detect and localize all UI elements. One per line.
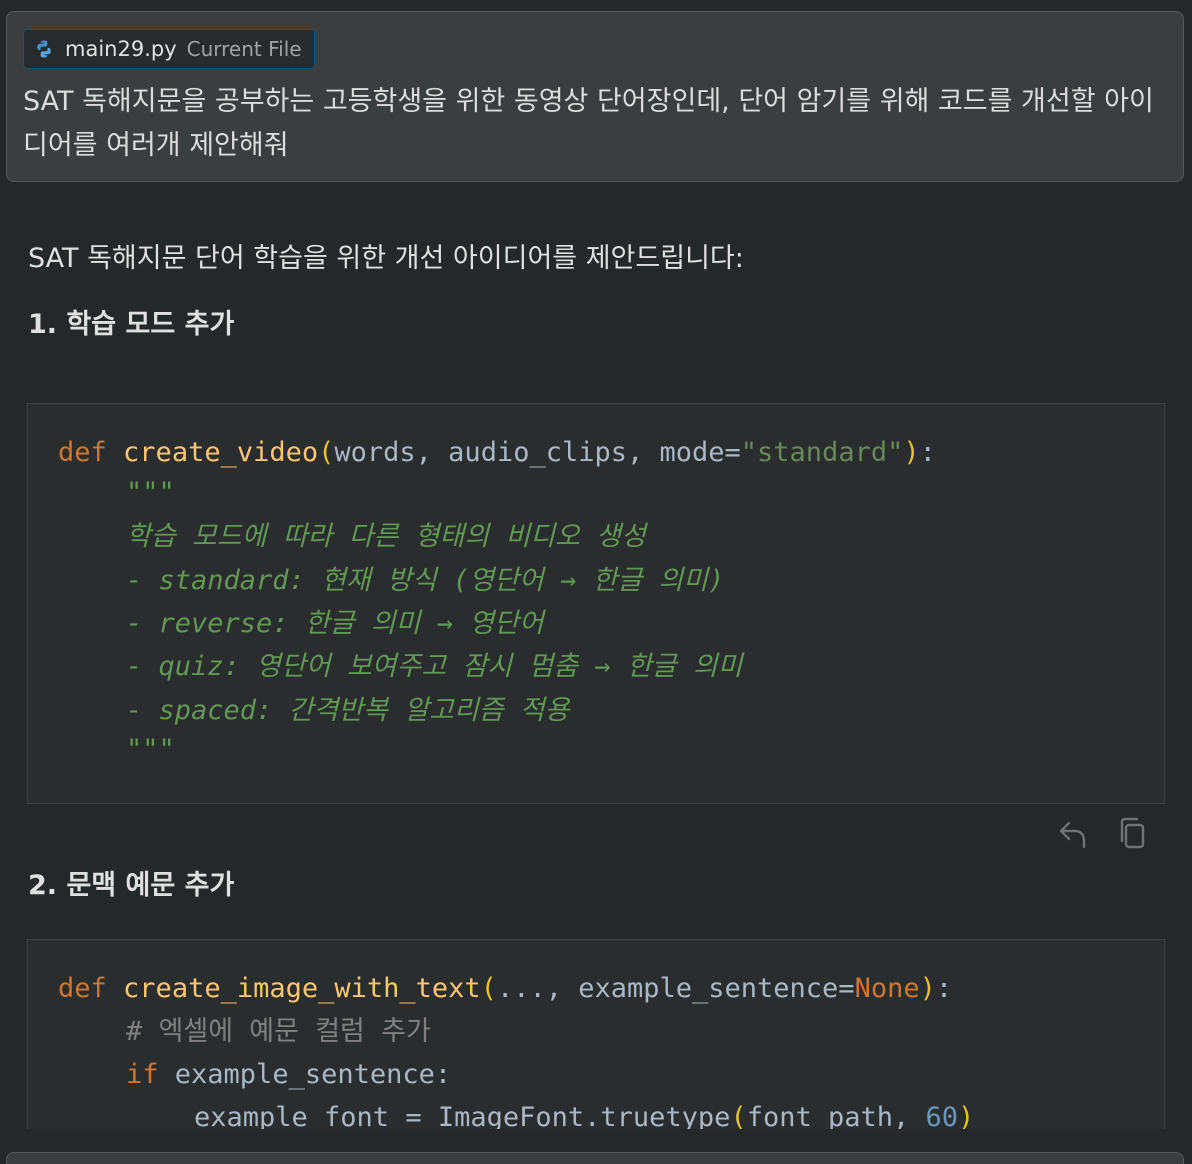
code-docstring-line: """ [126, 734, 175, 765]
prompt-box[interactable]: main29.py Current File SAT 독해지문을 공부하는 고등… [6, 11, 1184, 182]
code-docstring-line: 학습 모드에 따라 다른 형태의 비디오 생성 [126, 521, 646, 552]
code-docstring-line: - quiz: 영단어 보여주고 잠시 멈춤 → 한글 의미 [126, 651, 743, 682]
code-paren: ( [480, 973, 497, 1004]
code-line: def create_image_with_text(..., example_… [58, 971, 952, 1007]
code-paren: ) [919, 973, 936, 1004]
response-intro: SAT 독해지문 단어 학습을 위한 개선 아이디어를 제안드립니다: [28, 243, 744, 274]
chat-input-box[interactable] [6, 1152, 1184, 1164]
code-docstring-line: - reverse: 한글 의미 → 영단어 [126, 608, 544, 639]
code-line: if example_sentence: [126, 1057, 451, 1093]
code-none-literal: None [854, 973, 920, 1004]
python-icon [37, 40, 51, 58]
code-string: "standard" [740, 437, 904, 468]
code-paren: ( [730, 1102, 747, 1129]
copy-icon[interactable] [1116, 814, 1150, 852]
code-comment: # 엑셀에 예문 컬럼 추가 [126, 1016, 431, 1047]
section-heading-context-example: 2. 문맥 예문 추가 [28, 870, 235, 901]
code-block-create-image[interactable]: def create_image_with_text(..., example_… [27, 939, 1165, 1129]
code-keyword: def [58, 973, 107, 1004]
code-condition: example_sentence: [174, 1059, 452, 1090]
code-docstring-line: - standard: 현재 방식 (영단어 → 한글 의미) [126, 565, 725, 596]
code-args: font_path, [746, 1102, 926, 1129]
code-line: def create_video(words, audio_clips, mod… [58, 435, 936, 471]
code-colon: : [935, 973, 953, 1004]
code-number: 60 [925, 1102, 959, 1129]
code-paren: ) [903, 437, 920, 468]
code-function-name: create_video [123, 437, 319, 468]
prompt-message: SAT 독해지문을 공부하는 고등학생을 위한 동영상 단어장인데, 단어 암기… [23, 86, 1154, 161]
code-line: example_font = ImageFont.truetype(font_p… [194, 1100, 974, 1129]
code-function-name: create_image_with_text [123, 973, 481, 1004]
code-paren: ( [318, 437, 335, 468]
code-paren: ) [958, 1102, 975, 1129]
current-file-chip[interactable]: main29.py Current File [23, 29, 315, 69]
code-keyword: def [58, 437, 107, 468]
code-assignment: example_font = ImageFont.truetype [194, 1102, 731, 1129]
code-keyword: if [126, 1059, 159, 1090]
code-colon: : [919, 437, 936, 468]
current-file-name: main29.py [65, 37, 177, 61]
code-docstring-line: - spaced: 간격반복 알고리즘 적용 [126, 695, 570, 726]
current-file-tag: Current File [186, 37, 302, 61]
code-args: ..., example_sentence= [496, 973, 855, 1004]
code-args: words, audio_clips, mode= [334, 437, 741, 468]
code-block-create-video[interactable]: def create_video(words, audio_clips, mod… [27, 403, 1165, 804]
code-docstring-line: """ [126, 477, 175, 508]
section-heading-learning-mode: 1. 학습 모드 추가 [28, 309, 235, 340]
code-block-actions [1056, 814, 1150, 852]
reply-arrow-icon[interactable] [1056, 814, 1090, 852]
